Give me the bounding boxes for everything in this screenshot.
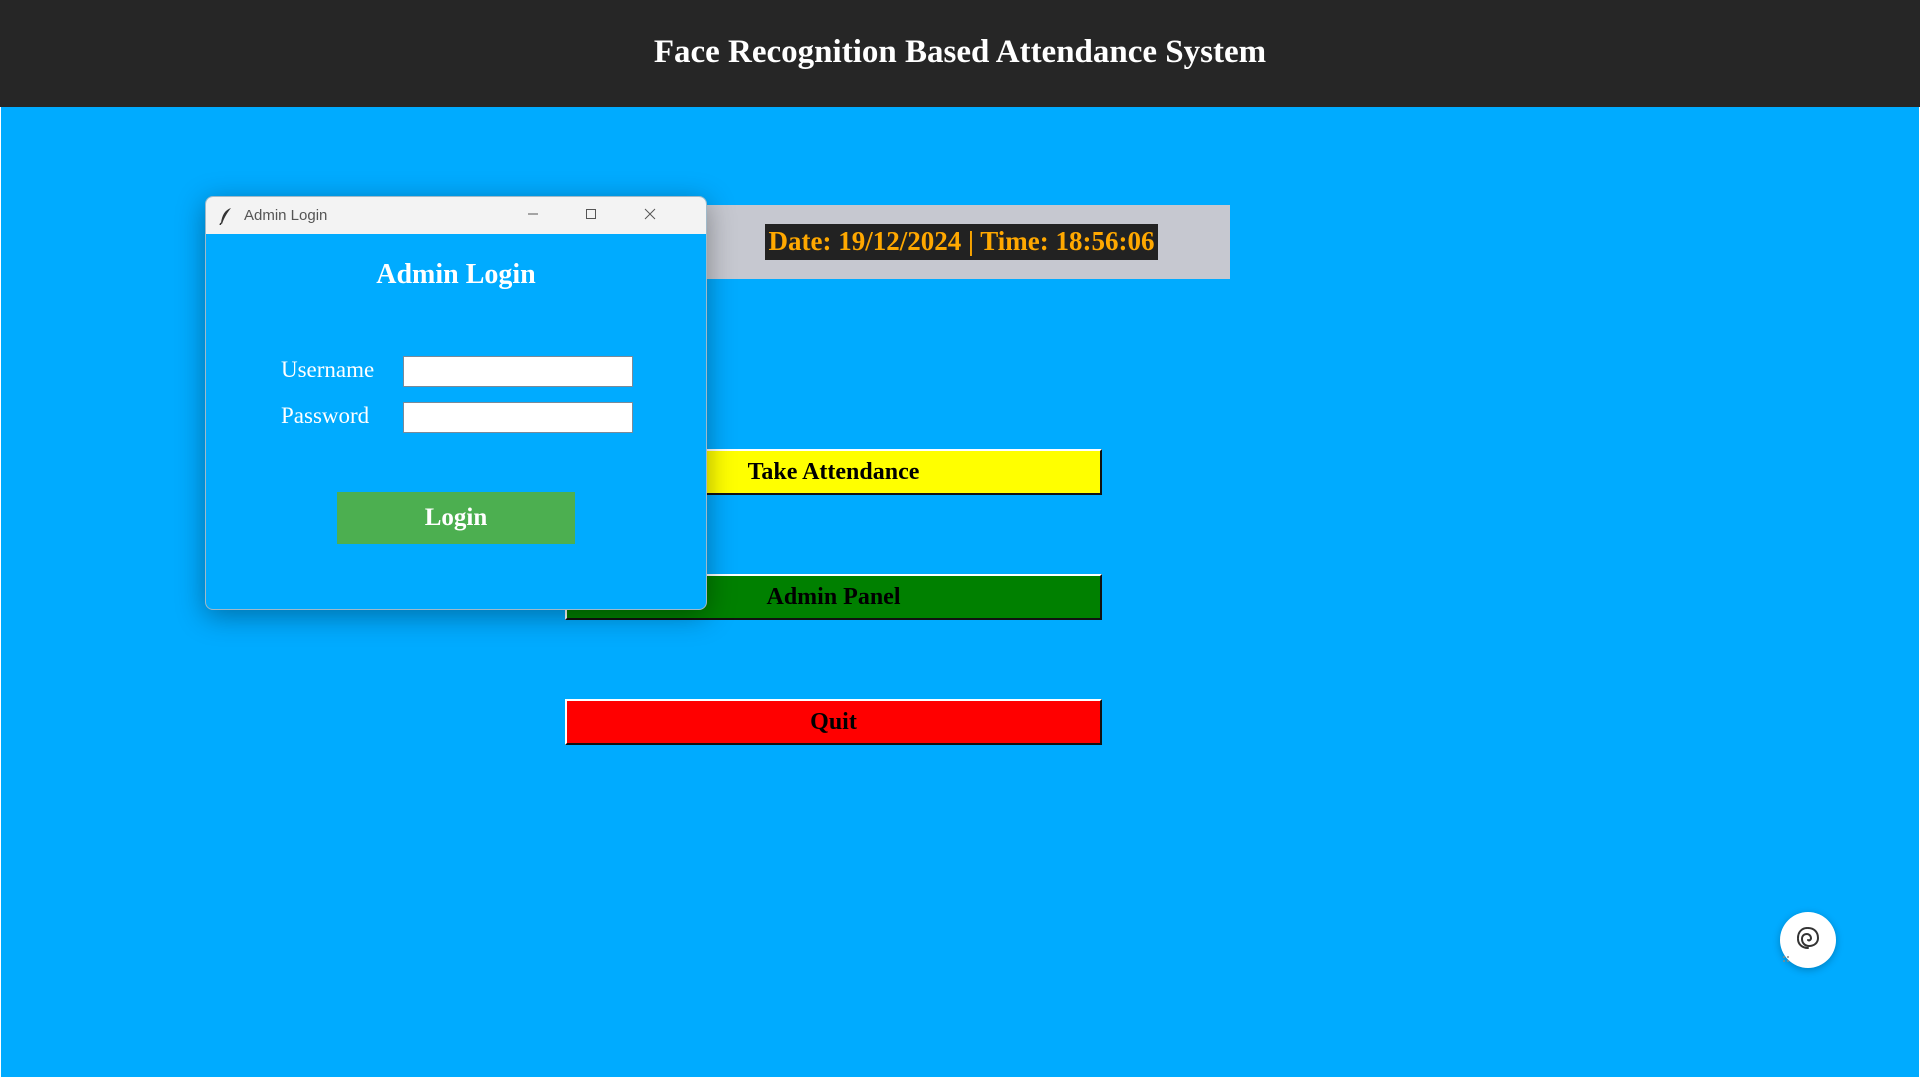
close-button[interactable] [621,197,679,234]
minimize-icon [527,207,539,225]
app-title: Face Recognition Based Attendance System [653,34,1267,70]
app-header: Face Recognition Based Attendance System [0,0,1920,107]
password-input[interactable] [403,402,633,433]
close-icon [644,207,656,225]
clock-panel: Date: 19/12/2024 | Time: 18:56:06 [693,205,1230,279]
dialog-heading: Admin Login [376,259,536,290]
password-label: Password [281,403,370,428]
spiral-icon [1794,924,1822,957]
date-time-label: Date: 19/12/2024 | Time: 18:56:06 [764,224,1159,260]
drag-handle-icon[interactable] [1782,952,1792,962]
username-input[interactable] [403,356,633,387]
maximize-button[interactable] [562,197,620,234]
quit-button[interactable]: Quit [565,699,1102,745]
feather-icon [212,207,240,225]
login-button[interactable]: Login [337,492,575,544]
admin-login-dialog: Admin Login Admin Login Username Passwor… [205,196,707,610]
maximize-icon [585,207,597,225]
username-label: Username [281,357,375,382]
minimize-button[interactable] [504,197,562,234]
dialog-titlebar[interactable]: Admin Login [206,197,706,234]
dialog-window-title: Admin Login [244,207,328,224]
attendance-app: Face Recognition Based Attendance System… [0,0,1920,1077]
